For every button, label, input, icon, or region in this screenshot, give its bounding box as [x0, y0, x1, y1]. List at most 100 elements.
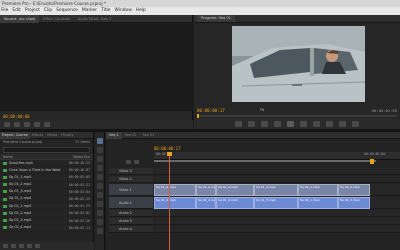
track-lane-video-3[interactable]	[154, 168, 400, 175]
track-lane-video-2[interactable]	[154, 176, 400, 183]
slide-tool-icon[interactable]	[96, 201, 103, 207]
menu-title[interactable]: Title	[101, 7, 110, 15]
source-viewer	[0, 23, 193, 111]
audio-clip[interactable]: Sq 02_1.mp4	[298, 197, 338, 209]
tab-sequence-3[interactable]: Seq 03	[139, 132, 157, 139]
video-clip[interactable]: Sq 01_3.mp4	[254, 184, 298, 196]
razor-tool-icon[interactable]	[96, 183, 103, 189]
column-name[interactable]: Name	[3, 154, 13, 159]
track-header-audio-4[interactable]: Audio 4	[109, 226, 153, 233]
track-header-audio-1[interactable]: Audio 1	[109, 197, 153, 209]
video-clip[interactable]: Sq 01_2.mp4	[216, 184, 254, 196]
export-frame-icon[interactable]	[352, 121, 359, 127]
menu-window[interactable]: Window	[114, 7, 131, 15]
program-playhead[interactable]	[197, 114, 199, 118]
tab-source[interactable]: Source: (no clips)	[0, 15, 40, 23]
program-duration: 00:00:02:09	[371, 108, 397, 113]
menu-marker[interactable]: Marker	[82, 7, 97, 15]
track-header-audio-2[interactable]: Audio 2	[109, 210, 153, 217]
project-bottom-toolbar	[0, 242, 94, 250]
program-scrubber[interactable]	[197, 115, 397, 117]
timeline-playhead-handle[interactable]	[167, 152, 172, 156]
work-area-bar[interactable]	[154, 160, 376, 162]
trash-icon[interactable]	[35, 244, 40, 248]
step-back-icon[interactable]	[274, 121, 281, 127]
pen-tool-icon[interactable]	[96, 210, 103, 216]
video-clip[interactable]: Sq 02_2.mp4	[338, 184, 370, 196]
tab-sequence-2[interactable]: Seq 02	[122, 132, 140, 139]
play-icon[interactable]	[287, 121, 294, 127]
audio-clip[interactable]: Sq 01_4.mp4	[154, 197, 196, 209]
new-bin-icon[interactable]	[19, 244, 24, 248]
program-transport-controls	[194, 119, 400, 129]
track-lane-video-1[interactable]: Sq 01_4.mp4 Sq 01_4.mp4 Sq 01_2.mp4 Sq 0…	[154, 184, 400, 196]
timeline-timecode[interactable]: 00:00:00:17	[154, 146, 181, 151]
snap-icon[interactable]	[126, 160, 131, 164]
mark-out-icon[interactable]	[248, 121, 255, 127]
clip-icon	[3, 190, 7, 194]
track-header-audio-3[interactable]: Audio 3	[109, 218, 153, 225]
tab-project[interactable]: Project: Course	[0, 132, 30, 139]
column-media-duration[interactable]: Media Dur	[73, 154, 90, 159]
track-lane-audio-2[interactable]	[154, 210, 400, 217]
lift-icon[interactable]	[326, 121, 333, 127]
track-lane-audio-3[interactable]	[154, 218, 400, 225]
track-lane-audio-4[interactable]	[154, 226, 400, 233]
add-marker-icon[interactable]	[134, 160, 139, 164]
timeline-playhead-line[interactable]	[169, 152, 170, 250]
go-to-in-icon[interactable]	[261, 121, 268, 127]
extract-icon[interactable]	[339, 121, 346, 127]
rolling-edit-tool-icon[interactable]	[96, 165, 103, 171]
rate-stretch-tool-icon[interactable]	[96, 174, 103, 180]
track-lane-audio-1[interactable]: Sq 01_4.mp4 Sq 01_4.mp4 Sq 01_2.mp4 Sq 0…	[154, 197, 400, 209]
source-timecode[interactable]: 00;00;00;00	[3, 114, 30, 119]
audio-clip[interactable]: Sq 01_4.mp4	[196, 197, 216, 209]
menu-sequence[interactable]: Sequence	[56, 7, 78, 15]
video-clip[interactable]: Sq 01_4.mp4	[154, 184, 196, 196]
track-header-video-2[interactable]: Video 2	[109, 176, 153, 183]
zoom-tool-icon[interactable]	[96, 228, 103, 234]
go-to-out-icon[interactable]	[313, 121, 320, 127]
mark-out-button[interactable]	[14, 122, 20, 127]
menu-help[interactable]: Help	[136, 7, 146, 15]
tab-effects[interactable]: Effects	[30, 132, 46, 139]
step-back-button[interactable]	[24, 122, 30, 127]
track-header-video-1[interactable]: Video 1	[109, 184, 153, 196]
icon-view-icon[interactable]	[11, 244, 16, 248]
menu-project[interactable]: Project	[25, 7, 40, 15]
list-item[interactable]: Sq 02_4.mp4 00:00:02:11	[0, 225, 93, 232]
slip-tool-icon[interactable]	[96, 192, 103, 198]
menu-clip[interactable]: Clip	[44, 7, 52, 15]
audio-clip[interactable]: Sq 01_3.mp4	[254, 197, 298, 209]
video-clip[interactable]: Sq 01_4.mp4	[196, 184, 216, 196]
tab-program[interactable]: Program: Seq 01	[197, 15, 236, 22]
video-clip[interactable]: Sq 02_1.mp4	[298, 184, 338, 196]
menu-edit[interactable]: Edit	[12, 7, 21, 15]
project-search-input[interactable]	[3, 147, 90, 153]
mark-in-button[interactable]	[4, 122, 10, 127]
tab-audio-mixer[interactable]: Audio Mixer: Seq 1	[74, 15, 116, 23]
audio-clip[interactable]: Sq 02_2.mp4	[338, 197, 370, 209]
program-timecode[interactable]: 00:00:00:17	[197, 108, 225, 113]
tab-effect-controls[interactable]: Effect Controls	[39, 15, 73, 23]
time-ruler[interactable]: 00:00 00:00:05:00	[154, 152, 400, 160]
selection-tool-icon[interactable]	[96, 138, 103, 144]
list-view-icon[interactable]	[3, 244, 8, 248]
tab-history[interactable]: History	[59, 132, 75, 139]
clip-icon	[3, 175, 7, 179]
work-area-end-marker[interactable]	[370, 159, 374, 164]
new-item-icon[interactable]	[27, 244, 32, 248]
hand-tool-icon[interactable]	[96, 219, 103, 225]
zoom-fit-select[interactable]: Fit	[260, 108, 264, 112]
audio-clip[interactable]: Sq 01_2.mp4	[216, 197, 254, 209]
tab-sequence-1[interactable]: Seq 1	[106, 132, 122, 139]
menu-file[interactable]: File	[1, 7, 8, 15]
play-button[interactable]	[34, 122, 40, 127]
step-forward-icon[interactable]	[300, 121, 307, 127]
tab-media-browser[interactable]: Media	[45, 132, 59, 139]
mark-in-icon[interactable]	[235, 121, 242, 127]
track-select-tool-icon[interactable]	[96, 147, 103, 153]
ripple-edit-tool-icon[interactable]	[96, 156, 103, 162]
track-header-video-3[interactable]: Video 3	[109, 168, 153, 175]
step-forward-button[interactable]	[44, 122, 50, 127]
